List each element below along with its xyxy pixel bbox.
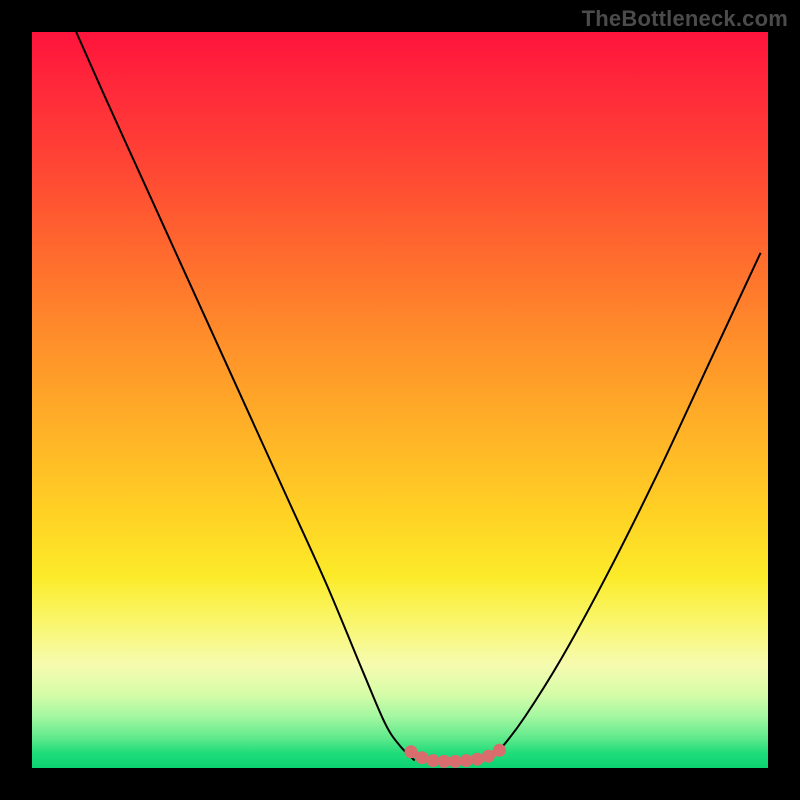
chart-svg xyxy=(32,32,768,768)
valley-dot xyxy=(482,750,495,763)
valley-dot xyxy=(427,754,440,767)
valley-dot xyxy=(471,753,484,766)
watermark-text: TheBottleneck.com xyxy=(582,6,788,32)
valley-dot xyxy=(416,751,429,764)
valley-dot xyxy=(460,754,473,767)
chart-frame: TheBottleneck.com xyxy=(0,0,800,800)
left-curve xyxy=(76,32,415,761)
valley-dot xyxy=(405,745,418,758)
valley-dots xyxy=(405,744,506,768)
plot-area xyxy=(32,32,768,768)
right-curve xyxy=(488,253,760,761)
valley-dot xyxy=(493,744,506,757)
